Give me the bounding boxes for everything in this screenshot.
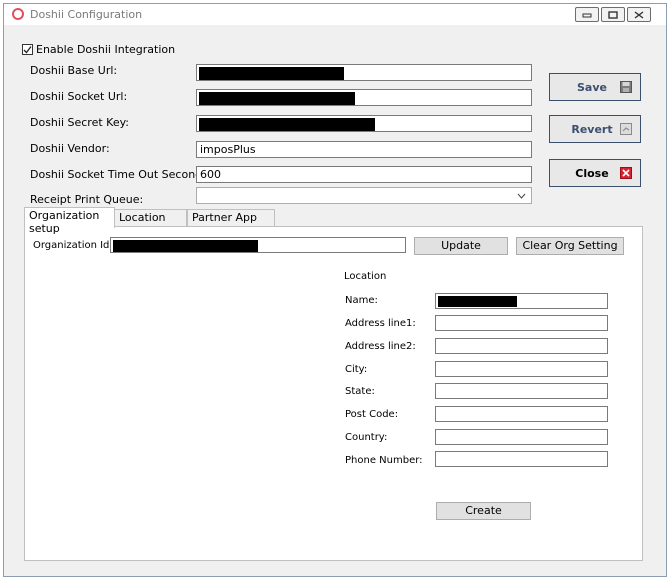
vendor-label: Doshii Vendor:: [30, 142, 110, 155]
floppy-disk-icon: [620, 81, 632, 93]
close-window-icon: [634, 10, 644, 19]
state-label: State:: [345, 386, 375, 397]
tab-location-setup[interactable]: Location setup: [114, 209, 187, 237]
address-line2-label: Address line2:: [345, 341, 416, 352]
location-name-label: Name:: [345, 295, 378, 306]
maximize-icon: [608, 10, 618, 19]
address-line1-label: Address line1:: [345, 318, 416, 329]
redacted-block: [113, 240, 258, 252]
create-button[interactable]: Create: [436, 502, 531, 520]
socket-url-input[interactable]: [196, 89, 532, 106]
chevron-down-icon: [517, 193, 526, 199]
location-name-input[interactable]: [435, 293, 608, 309]
checkmark-icon: [23, 46, 32, 54]
redacted-block: [199, 92, 355, 105]
receipt-queue-select[interactable]: [196, 187, 532, 204]
redacted-block: [438, 296, 517, 307]
app-icon: [12, 8, 24, 20]
city-label: City:: [345, 364, 368, 375]
minimize-button[interactable]: [575, 7, 599, 22]
save-button[interactable]: Save: [549, 73, 641, 101]
tab-organization-setup[interactable]: Organization setup: [24, 207, 115, 235]
clear-org-setting-button[interactable]: Clear Org Setting: [516, 237, 624, 255]
enable-integration-label: Enable Doshii Integration: [36, 43, 176, 56]
close-button[interactable]: Close: [549, 159, 641, 187]
org-id-label: Organization Id:: [33, 240, 113, 251]
socket-url-label: Doshii Socket Url:: [30, 90, 128, 103]
minimize-icon: [582, 13, 592, 17]
org-id-input[interactable]: [110, 237, 406, 253]
receipt-queue-label: Receipt Print Queue:: [30, 193, 144, 206]
revert-icon: [620, 123, 632, 135]
update-button[interactable]: Update: [414, 237, 508, 255]
location-heading: Location: [344, 271, 387, 282]
phone-number-label: Phone Number:: [345, 455, 423, 466]
socket-timeout-label: Doshii Socket Time Out Seconds:: [30, 168, 212, 181]
state-input[interactable]: [435, 383, 608, 399]
enable-integration-checkbox[interactable]: [22, 44, 33, 55]
window-title: Doshii Configuration: [30, 8, 143, 21]
maximize-button[interactable]: [601, 7, 625, 22]
base-url-label: Doshii Base Url:: [30, 64, 118, 77]
secret-key-label: Doshii Secret Key:: [30, 116, 130, 129]
redacted-block: [199, 118, 375, 131]
close-window-button[interactable]: [627, 7, 651, 22]
revert-label: Revert: [571, 122, 613, 136]
tab-partner-app-setup[interactable]: Partner App setup: [187, 209, 275, 237]
country-label: Country:: [345, 432, 388, 443]
secret-key-input[interactable]: [196, 115, 532, 132]
city-input[interactable]: [435, 361, 608, 377]
save-label: Save: [577, 80, 607, 94]
address-line2-input[interactable]: [435, 338, 608, 354]
close-icon: [620, 167, 632, 179]
country-input[interactable]: [435, 429, 608, 445]
base-url-input[interactable]: [196, 64, 532, 81]
close-label: Close: [575, 166, 609, 180]
address-line1-input[interactable]: [435, 315, 608, 331]
phone-number-input[interactable]: [435, 451, 608, 467]
redacted-block: [199, 67, 344, 80]
post-code-label: Post Code:: [345, 409, 399, 420]
post-code-input[interactable]: [435, 406, 608, 422]
vendor-input[interactable]: imposPlus: [196, 141, 532, 158]
revert-button[interactable]: Revert: [549, 115, 641, 143]
socket-timeout-input[interactable]: 600: [196, 166, 532, 183]
